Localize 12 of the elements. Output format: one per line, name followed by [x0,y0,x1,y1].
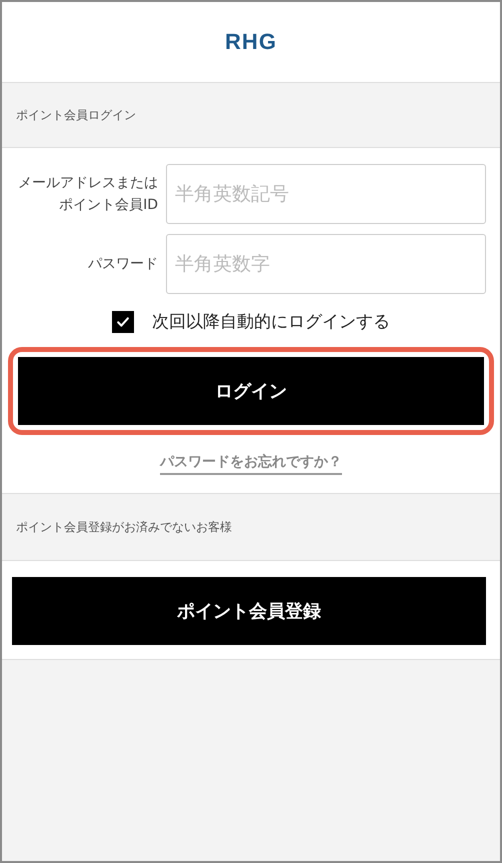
section-title: ポイント会員登録がお済みでないお客様 [16,518,232,536]
forgot-password-link[interactable]: パスワードをお忘れですか？ [160,453,342,475]
input-field[interactable]: 半角英数字 [166,234,486,294]
logo: RHG [225,29,277,55]
login-button[interactable]: ログイン [18,357,484,425]
field-label: パスワード [87,255,159,274]
register-button[interactable]: ポイント会員登録 [12,577,486,645]
checkbox[interactable] [112,310,134,332]
section-title: ポイント会員ログイン [16,106,136,124]
input-field[interactable]: 半角英数記号 [166,164,486,224]
checkbox-label: 次回以降自動的にログインする [152,311,390,333]
field-label: メールアドレスまたは ポイント会員ID [17,174,159,215]
